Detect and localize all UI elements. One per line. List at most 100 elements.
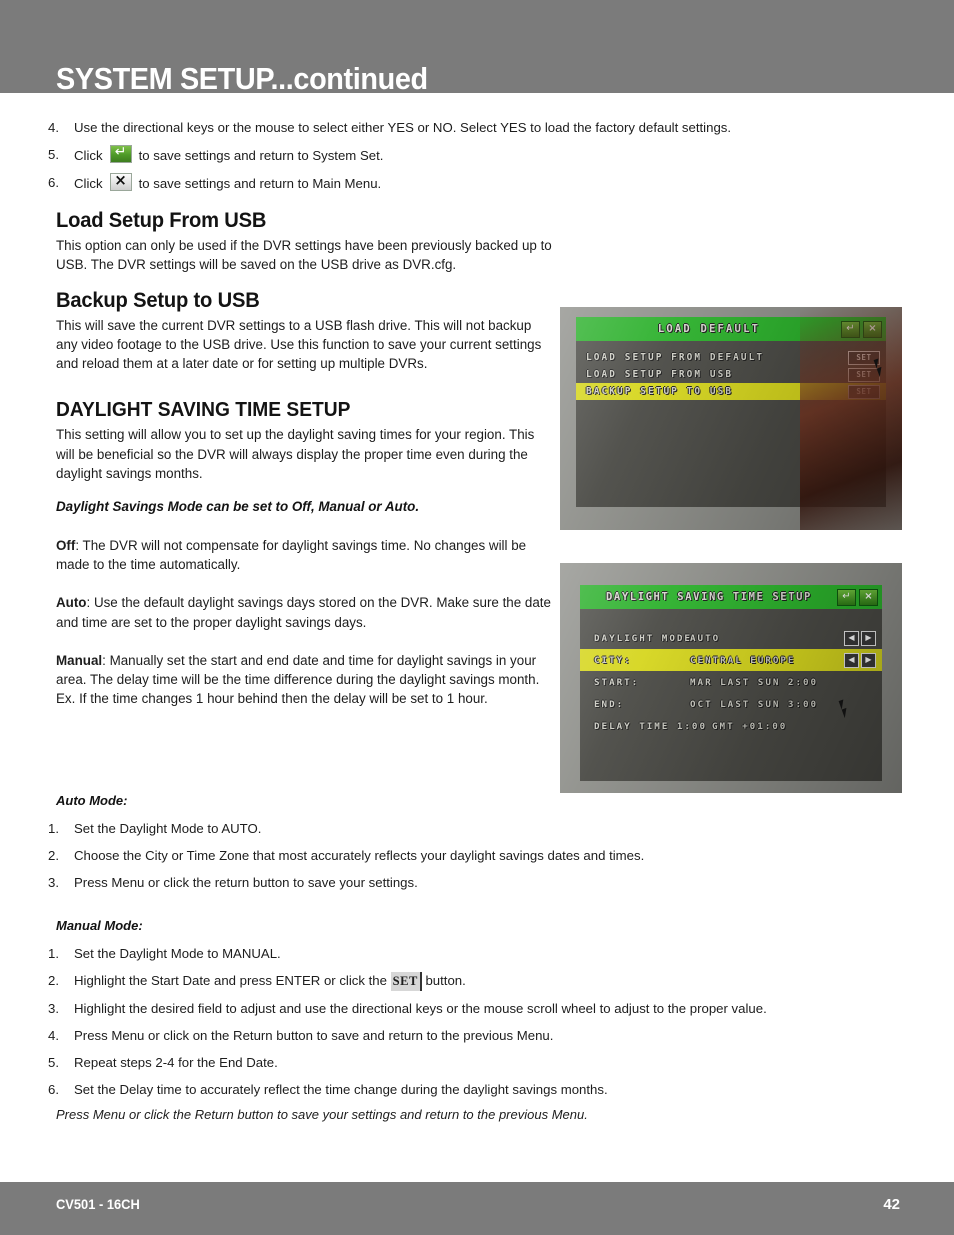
chevron-right-icon[interactable]: ▶ xyxy=(861,652,876,668)
heading-backup-setup-to-usb: Backup Setup to USB xyxy=(56,288,260,312)
osd-row-load-setup-from-usb[interactable]: LOAD SETUP FROM USB SET xyxy=(576,366,886,383)
paragraph-dst-auto: Auto: Use the default daylight savings d… xyxy=(56,593,552,632)
list-item-number: 5. xyxy=(48,147,59,162)
osd-field-label: DAYLIGHT MODE xyxy=(594,632,692,644)
closing-note: Press Menu or click the Return button to… xyxy=(56,1107,588,1122)
page-title: SYSTEM SETUP...continued xyxy=(56,61,428,96)
chevron-left-icon[interactable]: ◀ xyxy=(844,652,859,668)
chevron-left-icon[interactable]: ◀ xyxy=(844,630,859,646)
osd-row-label: BACKUP SETUP TO USB xyxy=(586,386,734,397)
heading-daylight-saving-time-setup: DAYLIGHT SAVING TIME SETUP xyxy=(56,399,351,422)
osd-row-label: LOAD SETUP FROM USB xyxy=(586,369,734,380)
bottom-column: Auto Mode: 1. Set the Daylight Mode to A… xyxy=(48,793,838,1122)
list-item-number: 2. xyxy=(48,848,59,863)
step6-pre-text: Click xyxy=(74,176,103,191)
list-item-number: 6. xyxy=(48,175,59,190)
osd-field-end[interactable]: END: OCT LAST SUN 3:00 xyxy=(580,693,882,715)
step5-pre-text: Click xyxy=(74,148,103,163)
paragraph-dst-intro: This setting will allow you to set up th… xyxy=(56,427,535,482)
list-item-text: Highlight the Start Date and press ENTER… xyxy=(74,971,838,991)
paragraph-backup-setup: This will save the current DVR settings … xyxy=(56,317,542,372)
term-auto: Auto xyxy=(56,595,87,611)
return-icon[interactable] xyxy=(841,320,860,338)
osd-field-daylight-mode[interactable]: DAYLIGHT MODE AUTO ◀ ▶ xyxy=(580,627,882,649)
paragraph-dst-off: Off: The DVR will not compensate for day… xyxy=(56,536,552,575)
list-item-text: Set the Daylight Mode to MANUAL. xyxy=(74,946,281,961)
osd-panel-dst: DAYLIGHT SAVING TIME SETUP DAYLIGHT MODE… xyxy=(580,585,882,781)
list-item-text: Highlight the desired field to adjust an… xyxy=(74,1001,767,1016)
osd-field-value: CENTRAL EUROPE xyxy=(690,654,796,666)
manual-step2-post: button. xyxy=(425,973,466,988)
left-column: Load Setup From USB This option can only… xyxy=(56,209,552,723)
list-item: 4. Press Menu or click on the Return but… xyxy=(48,1026,838,1045)
footer-model: CV501 - 16CH xyxy=(56,1196,140,1212)
list-item: 5. Click to save settings and return to S… xyxy=(48,143,808,165)
return-icon[interactable] xyxy=(837,588,856,606)
screenshot-load-default: LOAD DEFAULT LOAD SETUP FROM DEFAULT SET… xyxy=(560,307,902,530)
footer-page-number: 42 xyxy=(883,1196,900,1213)
list-item-number: 1. xyxy=(48,946,59,961)
list-item: 2. Choose the City or Time Zone that mos… xyxy=(48,846,838,865)
stepper-arrows[interactable]: ◀ ▶ xyxy=(844,630,876,646)
enter-icon xyxy=(109,143,132,163)
heading-auto-mode: Auto Mode: xyxy=(56,793,128,808)
paragraph-dst-manual: Manual: Manually set the start and end d… xyxy=(56,651,552,709)
list-item-text: Use the directional keys or the mouse to… xyxy=(74,120,732,135)
paragraph-load-setup: This option can only be used if the DVR … xyxy=(56,238,552,273)
step6-post-text: to save settings and return to Main Menu… xyxy=(138,176,382,191)
list-item-number: 4. xyxy=(48,1028,59,1043)
screenshot-daylight-saving-setup: DAYLIGHT SAVING TIME SETUP DAYLIGHT MODE… xyxy=(560,563,902,793)
osd-titlebar: DAYLIGHT SAVING TIME SETUP xyxy=(580,585,882,609)
set-button[interactable]: SET xyxy=(848,384,880,399)
list-item-number: 2. xyxy=(48,973,59,988)
osd-field-delay-time[interactable]: DELAY TIME 1:00 GMT +01:00 xyxy=(580,715,882,737)
list-item: 1. Set the Daylight Mode to MANUAL. xyxy=(48,944,838,963)
list-item-text: Press Menu or click the return button to… xyxy=(74,875,418,890)
page-header: SYSTEM SETUP...continued xyxy=(0,0,954,96)
term-off-desc: : The DVR will not compensate for daylig… xyxy=(56,537,527,572)
osd-panel-load-default: LOAD DEFAULT LOAD SETUP FROM DEFAULT SET… xyxy=(576,317,886,507)
osd-field-label: END: xyxy=(594,698,625,710)
osd-row-label: LOAD SETUP FROM DEFAULT xyxy=(586,352,765,363)
heading-load-setup-from-usb: Load Setup From USB xyxy=(56,209,267,232)
stepper-arrows[interactable]: ◀ ▶ xyxy=(844,652,876,668)
osd-field-city[interactable]: CITY: CENTRAL EUROPE ◀ ▶ xyxy=(580,649,882,671)
list-item-text: Set the Delay time to accurately reflect… xyxy=(74,1082,608,1097)
list-item-text: Set the Daylight Mode to AUTO. xyxy=(74,821,262,836)
list-item-number: 6. xyxy=(48,1082,59,1097)
list-item-number: 3. xyxy=(48,875,59,890)
close-icon[interactable] xyxy=(863,320,882,338)
osd-title-text: LOAD DEFAULT xyxy=(657,323,761,335)
close-icon[interactable] xyxy=(859,588,878,606)
manual-step2-pre: Highlight the Start Date and press ENTER… xyxy=(74,973,387,988)
osd-field-value: MAR LAST SUN 2:00 xyxy=(690,676,819,688)
osd-title-text: DAYLIGHT SAVING TIME SETUP xyxy=(606,591,812,603)
set-button[interactable]: SET xyxy=(848,367,880,382)
chevron-right-icon[interactable]: ▶ xyxy=(861,630,876,646)
set-button-badge: SET xyxy=(390,972,422,991)
term-manual-desc: : Manually set the start and end date an… xyxy=(56,652,540,707)
term-manual: Manual xyxy=(56,652,103,668)
term-off: Off xyxy=(56,537,76,553)
list-item-number: 5. xyxy=(48,1055,59,1070)
list-item-number: 1. xyxy=(48,821,59,836)
list-item: 2. Highlight the Start Date and press EN… xyxy=(48,971,838,991)
list-item-text: Repeat steps 2-4 for the End Date. xyxy=(74,1055,278,1070)
osd-row-backup-setup-to-usb[interactable]: BACKUP SETUP TO USB SET xyxy=(576,383,886,400)
osd-field-value: GMT +01:00 xyxy=(712,720,788,732)
list-item-text: Choose the City or Time Zone that most a… xyxy=(74,848,645,863)
osd-row-load-setup-from-default[interactable]: LOAD SETUP FROM DEFAULT SET xyxy=(576,349,886,366)
page-footer: CV501 - 16CH 42 xyxy=(0,1182,954,1235)
heading-manual-mode: Manual Mode: xyxy=(56,918,143,933)
list-item-text: Press Menu or click on the Return button… xyxy=(74,1028,554,1043)
osd-field-label: CITY: xyxy=(594,654,632,666)
osd-titlebar: LOAD DEFAULT xyxy=(576,317,886,341)
term-auto-desc: : Use the default daylight savings days … xyxy=(56,595,551,630)
list-item: 1. Set the Daylight Mode to AUTO. xyxy=(48,819,838,838)
paragraph-dst-mode-note: Daylight Savings Mode can be set to Off,… xyxy=(56,499,420,515)
close-icon xyxy=(109,171,132,191)
osd-field-value: AUTO xyxy=(690,632,721,644)
osd-field-start[interactable]: START: MAR LAST SUN 2:00 xyxy=(580,671,882,693)
step5-post-text: to save settings and return to System Se… xyxy=(138,148,384,163)
osd-field-label: START: xyxy=(594,676,640,688)
